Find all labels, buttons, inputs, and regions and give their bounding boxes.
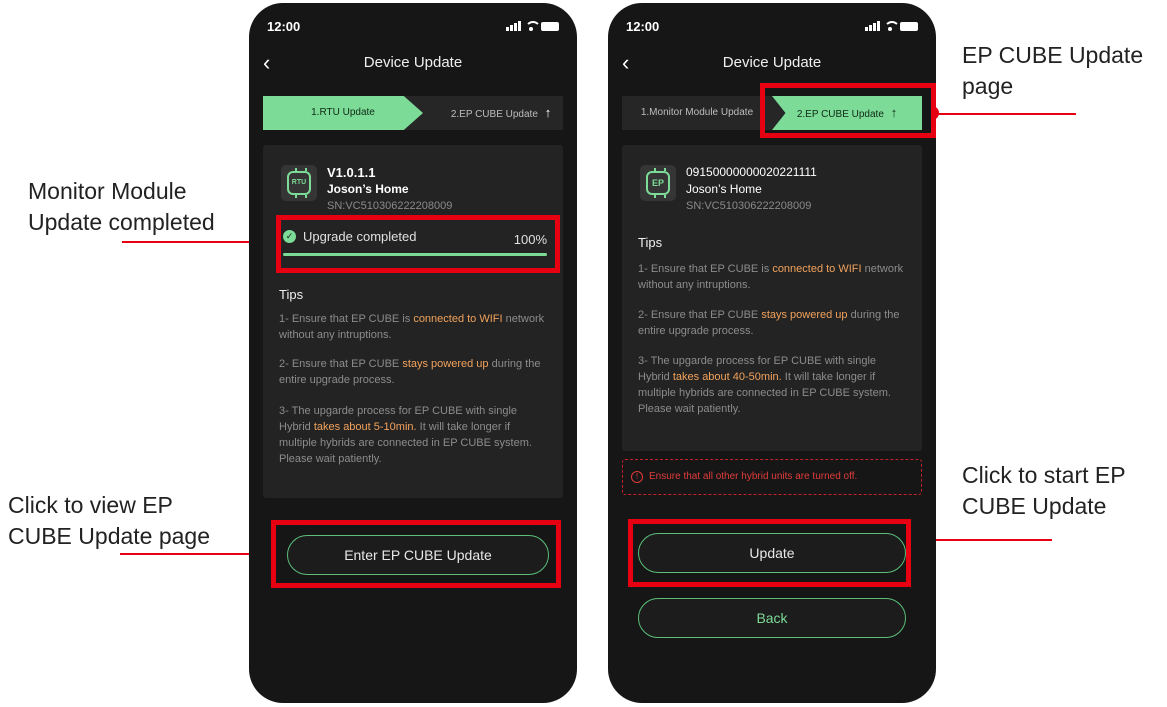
step-label: 1.Monitor Module Update	[640, 107, 754, 118]
annotation-line-1: Click to start EP	[962, 462, 1126, 488]
back-button[interactable]: Back	[638, 598, 906, 638]
device-sn: SN:VC510306222208009	[327, 200, 453, 212]
step-indicator: 1.RTU Update 2.EP CUBE Update ↑	[263, 96, 563, 130]
chip-icon: RTU	[287, 168, 311, 198]
annotation-line-1: EP CUBE Update	[962, 42, 1144, 68]
device-name: Joson’s Home	[327, 182, 409, 196]
rtu-device-icon: RTU	[281, 165, 317, 201]
annotation-line-2: page	[962, 73, 1014, 99]
step-ep-cube-update[interactable]: 2.EP CUBE Update ↑	[439, 96, 563, 130]
tip-highlight: takes about 5-10min.	[313, 421, 417, 433]
tip-text: 2- Ensure that EP CUBE	[638, 309, 762, 321]
step-label: 2.EP CUBE Update	[450, 109, 538, 120]
annotation-ep-page: EP CUBE Update page	[962, 40, 1143, 102]
tips-title: Tips	[638, 235, 663, 250]
status-bar: 12:00	[608, 17, 936, 37]
highlight-box-enter-button	[271, 520, 561, 588]
device-name: Joson’s Home	[686, 182, 762, 196]
tip-text: 1- Ensure that EP CUBE is	[279, 313, 414, 325]
tip-highlight: stays powered up	[402, 358, 489, 370]
status-icons	[865, 21, 918, 31]
status-icons	[506, 21, 559, 31]
tip-highlight: connected to WIFI	[413, 313, 503, 325]
device-card: RTU V1.0.1.1 Joson’s Home SN:VC510306222…	[263, 145, 563, 498]
battery-icon	[900, 22, 918, 31]
tip-highlight: stays powered up	[761, 309, 848, 321]
info-icon: !	[631, 471, 643, 483]
annotation-start-ep: Click to start EP CUBE Update	[962, 460, 1126, 522]
page-title: Device Update	[363, 54, 463, 71]
annotation-connector	[120, 553, 266, 555]
tip-item: 3- The upgarde process for EP CUBE with …	[638, 353, 910, 417]
annotation-monitor-done: Monitor Module Update completed	[28, 176, 215, 238]
highlight-box-progress	[276, 215, 560, 273]
annotation-line-1: Click to view EP	[8, 492, 173, 518]
warning-text: Ensure that all other hybrid units are t…	[649, 471, 858, 482]
device-card: EP 09150000000020221111 Joson’s Home SN:…	[622, 145, 922, 451]
tip-text: 2- Ensure that EP CUBE	[279, 358, 403, 370]
tip-highlight: connected to WIFI	[772, 263, 862, 275]
phone-rtu-update: 12:00 ‹ Device Update 1.RTU Update 2.EP …	[249, 3, 577, 703]
step-monitor-module-update[interactable]: 1.Monitor Module Update	[622, 96, 772, 130]
annotation-line-2: CUBE Update page	[8, 523, 211, 549]
status-time: 12:00	[626, 19, 660, 34]
device-version: V1.0.1.1	[327, 165, 376, 180]
annotation-view-ep: Click to view EP CUBE Update page	[8, 490, 210, 552]
annotation-line-1: Monitor Module	[28, 178, 187, 204]
button-label: Back	[756, 610, 788, 626]
nav-bar: ‹ Device Update	[249, 48, 577, 78]
chip-icon: EP	[646, 168, 670, 198]
highlight-box-update-button	[628, 519, 911, 587]
status-bar: 12:00	[249, 17, 577, 37]
step-rtu-update[interactable]: 1.RTU Update	[263, 96, 423, 130]
tip-item: 1- Ensure that EP CUBE is connected to W…	[638, 261, 910, 293]
annotation-line-2: Update completed	[28, 209, 215, 235]
tip-highlight: takes about 40-50min.	[672, 371, 782, 383]
nav-bar: ‹ Device Update	[608, 48, 936, 78]
signal-icon	[865, 21, 880, 31]
ep-device-icon: EP	[640, 165, 676, 201]
back-icon[interactable]: ‹	[263, 48, 270, 78]
page-title: Device Update	[722, 54, 822, 71]
arrow-up-icon: ↑	[544, 105, 552, 120]
tip-item: 1- Ensure that EP CUBE is connected to W…	[279, 311, 551, 343]
wifi-icon	[525, 21, 541, 31]
annotation-line-2: CUBE Update	[962, 493, 1107, 519]
tips-title: Tips	[279, 287, 304, 302]
device-sn: SN:VC510306222208009	[686, 200, 812, 212]
warning-banner: ! Ensure that all other hybrid units are…	[622, 459, 922, 495]
tip-item: 2- Ensure that EP CUBE stays powered up …	[279, 356, 551, 388]
tip-item: 3- The upgarde process for EP CUBE with …	[279, 403, 551, 467]
device-version: 09150000000020221111	[686, 165, 817, 179]
highlight-box-ep-step	[760, 83, 936, 138]
tip-item: 2- Ensure that EP CUBE stays powered up …	[638, 307, 910, 339]
annotation-connector	[932, 113, 1076, 115]
wifi-icon	[884, 21, 900, 31]
tip-text: 1- Ensure that EP CUBE is	[638, 263, 773, 275]
signal-icon	[506, 21, 521, 31]
back-icon[interactable]: ‹	[622, 48, 629, 78]
battery-icon	[541, 22, 559, 31]
status-time: 12:00	[267, 19, 301, 34]
step-label: 1.RTU Update	[311, 107, 375, 118]
